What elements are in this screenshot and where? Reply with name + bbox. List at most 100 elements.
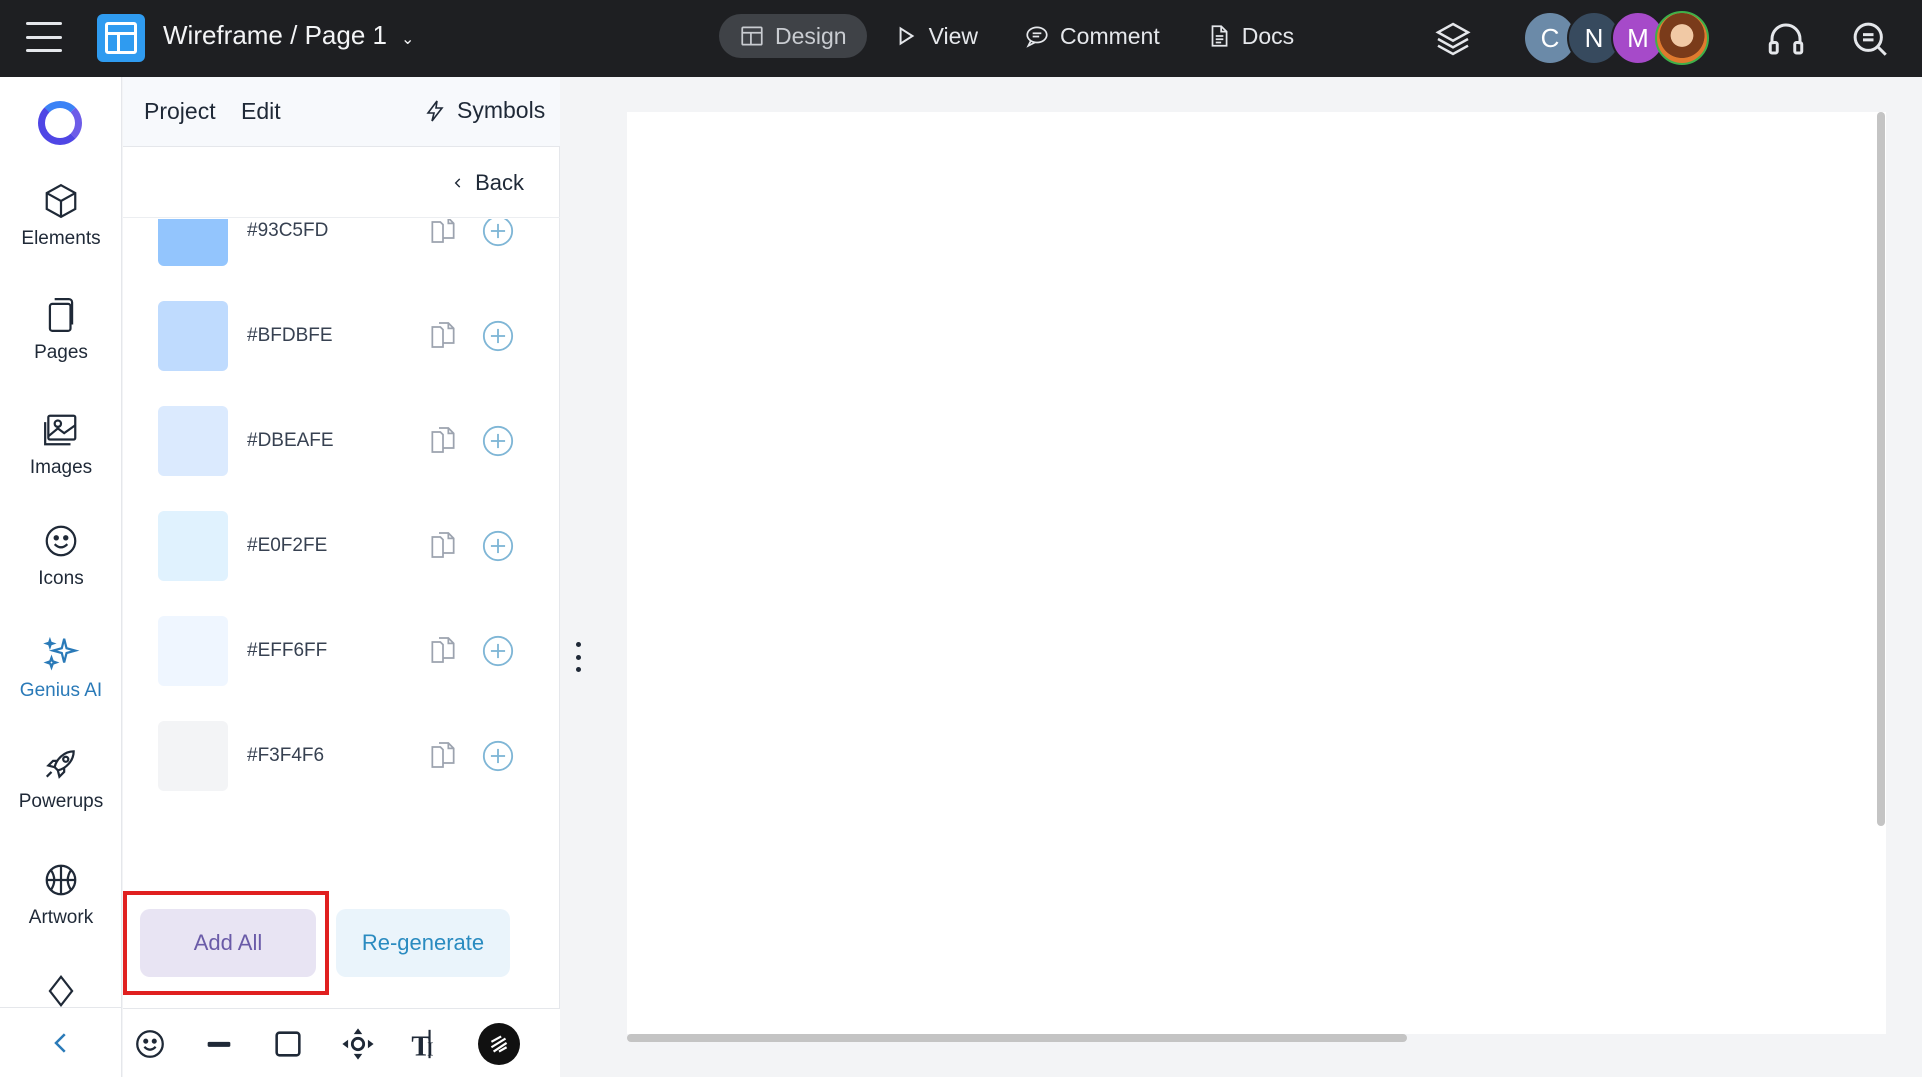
- back-row: Back: [123, 148, 560, 218]
- color-swatch[interactable]: [158, 616, 228, 686]
- rail-label-pages: Pages: [34, 342, 88, 363]
- color-swatch[interactable]: [158, 511, 228, 581]
- symbols-button[interactable]: Symbols: [423, 97, 545, 124]
- add-circle-icon[interactable]: [481, 529, 515, 563]
- regenerate-button[interactable]: Re-generate: [336, 909, 510, 977]
- search-icon[interactable]: [1849, 18, 1891, 60]
- genius-ai-panel: Project Edit Symbols Back #93C5FD #BFDBF…: [123, 77, 581, 1077]
- tab-comment-label: Comment: [1060, 22, 1160, 49]
- rail-item-pages[interactable]: Pages: [0, 296, 122, 364]
- add-circle-icon[interactable]: [481, 739, 515, 773]
- rail-label-icons: Icons: [38, 568, 84, 589]
- copy-icon[interactable]: [427, 219, 459, 246]
- menu-icon[interactable]: [26, 22, 62, 52]
- rail-label-elements: Elements: [21, 228, 101, 249]
- symbols-label: Symbols: [457, 97, 546, 123]
- copy-icon[interactable]: [427, 319, 459, 351]
- artboard[interactable]: [627, 112, 1886, 1034]
- color-swatch[interactable]: [158, 406, 228, 476]
- smiley-icon: [45, 525, 77, 557]
- list-item: #F3F4F6: [123, 721, 560, 791]
- menu-edit[interactable]: Edit: [241, 98, 281, 125]
- tool-scribble[interactable]: [478, 1023, 520, 1065]
- document-icon: [1211, 25, 1228, 47]
- color-swatch[interactable]: [158, 721, 228, 791]
- rail-item-artwork[interactable]: Artwork: [0, 861, 122, 929]
- app-logo[interactable]: [97, 14, 145, 62]
- color-swatch-list[interactable]: #93C5FD #BFDBFE #DBEAFE #E0F2FE #EFF6FF: [123, 219, 560, 919]
- tool-move[interactable]: [339, 1025, 377, 1063]
- color-hex-label: #93C5FD: [247, 220, 329, 241]
- back-button[interactable]: Back: [451, 170, 524, 196]
- color-swatch[interactable]: [158, 301, 228, 371]
- add-circle-icon[interactable]: [481, 219, 515, 248]
- tool-text[interactable]: TI: [408, 1025, 446, 1063]
- add-circle-icon[interactable]: [481, 634, 515, 668]
- chevron-down-icon: ⌄: [400, 30, 415, 48]
- canvas-area[interactable]: [587, 77, 1922, 1077]
- list-item: #BFDBFE: [123, 301, 560, 371]
- tab-design-label: Design: [775, 22, 847, 49]
- add-all-button[interactable]: Add All: [140, 909, 316, 977]
- rail-item-powerups[interactable]: Powerups: [0, 745, 122, 813]
- tab-view-label: View: [928, 22, 979, 49]
- top-bar: Wireframe / Page 1 ⌄ Design View Comment…: [0, 0, 1922, 77]
- rocket-icon: [45, 750, 75, 779]
- tab-docs-label: Docs: [1241, 22, 1295, 49]
- color-hex-label: #E0F2FE: [247, 535, 328, 556]
- tool-line[interactable]: [200, 1025, 238, 1063]
- project-title: Wireframe / Page 1: [163, 20, 387, 50]
- copy-icon[interactable]: [427, 529, 459, 561]
- diamond-icon: [48, 974, 74, 1008]
- headset-icon[interactable]: [1765, 18, 1807, 60]
- tool-emoji[interactable]: [131, 1025, 169, 1063]
- color-hex-label: #DBEAFE: [247, 430, 334, 451]
- chevron-left-icon: [54, 1032, 66, 1053]
- collaborator-avatars: C N M: [1523, 11, 1709, 65]
- rail-item-elements[interactable]: Elements: [0, 182, 122, 250]
- list-item: #93C5FD: [123, 219, 560, 266]
- image-icon: [44, 414, 77, 446]
- tool-rectangle[interactable]: [269, 1025, 307, 1063]
- menu-project[interactable]: Project: [144, 98, 216, 125]
- copy-icon[interactable]: [427, 424, 459, 456]
- pages-icon: [48, 298, 74, 332]
- rail-item-images[interactable]: Images: [0, 411, 122, 479]
- rail-item-genius-ai[interactable]: Genius AI: [0, 634, 122, 702]
- project-title-dropdown[interactable]: Wireframe / Page 1 ⌄: [163, 20, 414, 51]
- panel-header: Project Edit Symbols: [123, 77, 560, 147]
- smiley-icon: [136, 1030, 164, 1058]
- collapse-rail-button[interactable]: [0, 1007, 122, 1077]
- layout-icon: [741, 26, 763, 46]
- horizontal-scrollbar[interactable]: [627, 1034, 1407, 1042]
- brand-logo-icon[interactable]: [38, 101, 82, 145]
- tab-design[interactable]: Design: [719, 14, 867, 58]
- copy-icon[interactable]: [427, 739, 459, 771]
- add-circle-icon[interactable]: [481, 424, 515, 458]
- color-swatch[interactable]: [158, 219, 228, 266]
- rail-label-images: Images: [29, 457, 93, 478]
- avatar-photo[interactable]: [1655, 11, 1709, 65]
- tab-view[interactable]: View: [873, 14, 998, 58]
- line-icon: [207, 1041, 231, 1047]
- tab-comment[interactable]: Comment: [1004, 14, 1180, 58]
- comment-icon: [1026, 26, 1048, 48]
- layers-icon[interactable]: [1433, 19, 1473, 59]
- cube-icon: [45, 183, 77, 219]
- panel-resize-handle[interactable]: [568, 642, 588, 672]
- rail-item-more[interactable]: [0, 972, 122, 1010]
- list-item: #E0F2FE: [123, 511, 560, 581]
- basketball-icon: [45, 864, 77, 896]
- move-icon: [342, 1028, 374, 1060]
- vertical-scrollbar[interactable]: [1877, 112, 1885, 826]
- rail-item-icons[interactable]: Icons: [0, 522, 122, 590]
- list-item: #DBEAFE: [123, 406, 560, 476]
- scribble-icon: [490, 1035, 508, 1053]
- copy-icon[interactable]: [427, 634, 459, 666]
- sparkle-icon: [43, 636, 80, 671]
- tab-docs[interactable]: Docs: [1186, 14, 1314, 58]
- add-circle-icon[interactable]: [481, 319, 515, 353]
- lightning-icon: [426, 100, 444, 121]
- color-hex-label: #EFF6FF: [247, 640, 328, 661]
- text-icon: TI: [411, 1029, 434, 1061]
